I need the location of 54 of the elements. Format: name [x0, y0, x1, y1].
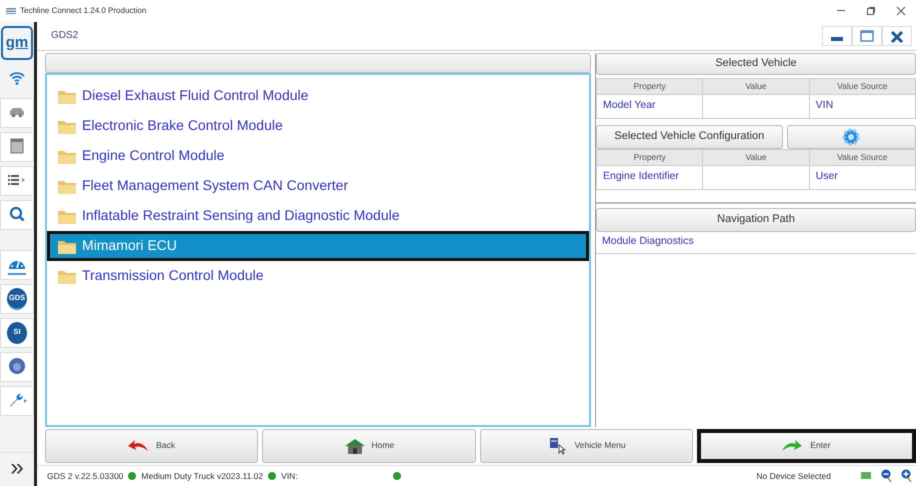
zoom-out-icon[interactable] [880, 468, 892, 483]
module-item[interactable]: Mimamori ECU [47, 230, 589, 261]
column-header: Value [702, 149, 810, 166]
nav-button[interactable]: Home [262, 428, 476, 463]
maximize-icon[interactable] [859, 28, 875, 43]
vin-label: VIN: [281, 470, 298, 482]
close-icon[interactable] [889, 28, 905, 43]
module-item[interactable]: Inflatable Restraint Sensing and Diagnostic Module [47, 200, 589, 231]
settings-button[interactable] [786, 124, 916, 149]
restore-icon[interactable] [866, 6, 876, 16]
status-dot [128, 472, 136, 480]
table-cell: User [809, 165, 916, 190]
module-item[interactable]: Electronic Brake Control Module [47, 110, 589, 141]
device-status: No Device Selected [756, 470, 831, 482]
module-item[interactable]: Fleet Management System CAN Converter [47, 170, 589, 201]
column-header: Value Source [809, 149, 916, 166]
section-header: Navigation Path [596, 208, 916, 232]
app-icon [6, 8, 16, 14]
version-text: GDS 2 v.22.5.03300 [47, 470, 124, 482]
status-dot [392, 472, 401, 480]
module-item[interactable]: Transmission Control Module [47, 260, 589, 291]
module-item[interactable]: Diesel Exhaust Fluid Control Module [47, 80, 589, 111]
nav-button[interactable]: Back [45, 428, 258, 463]
close-icon[interactable] [896, 6, 906, 16]
module-label: Diesel Exhaust Fluid Control Module [82, 86, 308, 106]
nav-button[interactable]: Enter [696, 428, 916, 463]
module-label: Inflatable Restraint Sensing and Diagnostic Module [82, 206, 400, 226]
house-icon [344, 436, 366, 455]
zoom-in-icon[interactable] [900, 468, 912, 483]
section-header: Selected Vehicle Configuration [596, 124, 783, 149]
module-label: Mimamori ECU [82, 236, 177, 256]
column-header: Property [596, 78, 703, 94]
section-header: Selected Vehicle [596, 52, 916, 75]
module-label: Fleet Management System CAN Converter [82, 176, 348, 196]
app-title: GDS2 [51, 29, 80, 44]
column-header: Value [702, 78, 810, 94]
disc-icon[interactable] [8, 357, 26, 377]
vehicle-text: Medium Duty Truck v2023.11.02 [141, 470, 264, 482]
status-dot [268, 472, 276, 480]
module-label: Engine Control Module [82, 146, 224, 166]
module-label: Transmission Control Module [82, 266, 264, 286]
expand-button[interactable]: » [0, 452, 34, 486]
column-header: Property [596, 149, 703, 166]
module-label: Electronic Brake Control Module [82, 116, 283, 136]
logo[interactable]: gm [1, 26, 33, 60]
column-header: Value Source [809, 78, 916, 94]
gear-icon [842, 128, 860, 146]
table-cell: VIN [809, 94, 916, 118]
nav-button[interactable]: Vehicle Menu [480, 428, 693, 463]
window-title: Techline Connect 1.24.0 Production [20, 5, 146, 17]
table-cell: Model Year [596, 94, 703, 118]
table-cell: Engine Identifier [596, 165, 703, 190]
module-item[interactable]: Engine Control Module [47, 140, 589, 171]
path-item[interactable]: Module Diagnostics [596, 232, 916, 254]
